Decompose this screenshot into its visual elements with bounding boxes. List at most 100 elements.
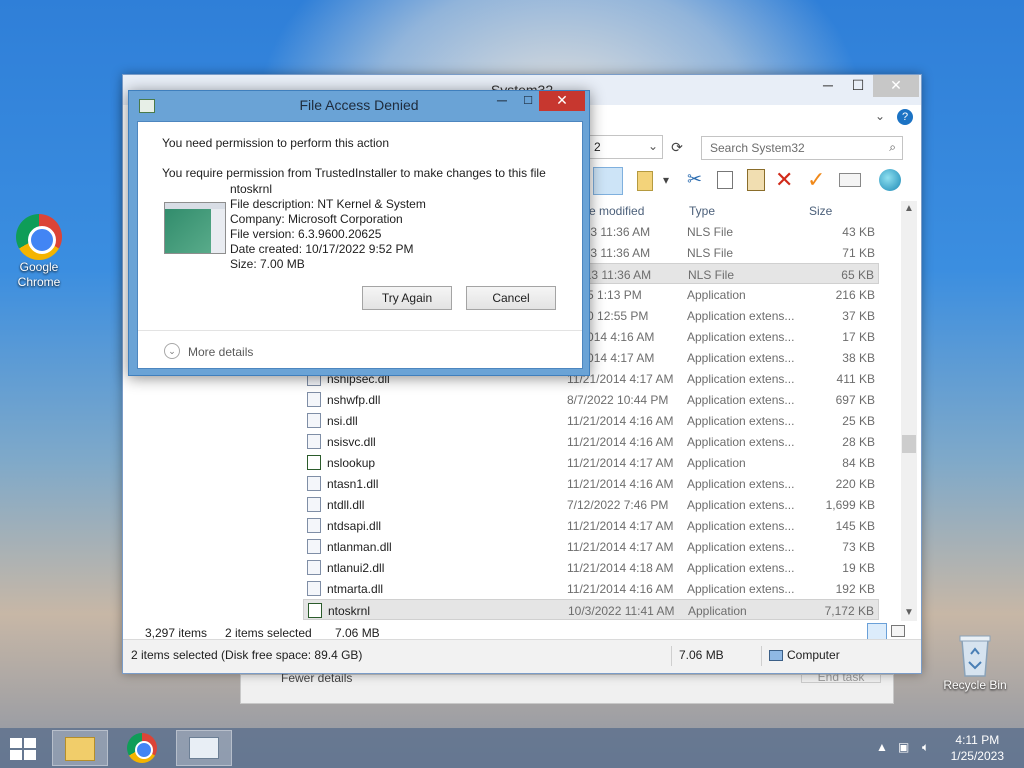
file-size: 7,172 KB <box>824 604 874 618</box>
divider <box>761 646 762 666</box>
file-date: 11/21/2014 4:17 AM <box>567 456 674 470</box>
clock-date: 1/25/2023 <box>950 749 1004 763</box>
file-date: 8/7/2022 10:44 PM <box>567 393 669 407</box>
rename-icon[interactable]: ✓ <box>807 167 825 193</box>
address-text: 2 <box>594 140 601 154</box>
table-row[interactable]: ntasn1.dll 11/21/2014 4:16 AM Application … <box>303 473 879 494</box>
table-row[interactable]: ntlanui2.dll 11/21/2014 4:18 AM Applicatio… <box>303 557 879 578</box>
file-name: nshwfp.dll <box>327 393 381 407</box>
table-row[interactable]: nsisvc.dll 11/21/2014 4:16 AM Application … <box>303 431 879 452</box>
file-size: 43 KB <box>842 225 875 239</box>
maximize-button[interactable]: ☐ <box>843 75 873 97</box>
folder-icon <box>65 737 95 761</box>
table-row[interactable]: ntdsapi.dll 11/21/2014 4:17 AM Application… <box>303 515 879 536</box>
column-type[interactable]: Type <box>689 204 715 218</box>
file-name: ntoskrnl <box>230 182 273 196</box>
help-icon[interactable]: ? <box>897 109 913 125</box>
collapse-ribbon-icon[interactable]: ⌄ <box>875 109 885 123</box>
file-description: File description: NT Kernel & System <box>230 197 426 211</box>
chevron-down-icon[interactable]: ⌄ <box>648 139 658 153</box>
file-name: nslookup <box>327 456 376 470</box>
scroll-up-arrow[interactable]: ▲ <box>901 201 917 217</box>
file-date: 11/21/2014 4:18 AM <box>567 561 674 575</box>
properties-icon[interactable] <box>637 171 653 191</box>
large-icons-view-icon[interactable] <box>891 625 905 637</box>
file-size: 220 KB <box>835 477 875 491</box>
cut-icon[interactable]: ✂ <box>687 169 702 190</box>
file-size: 19 KB <box>842 561 875 575</box>
close-button[interactable]: ✕ <box>873 75 919 97</box>
file-type: Application <box>688 604 747 618</box>
desktop-icon-recycle-bin[interactable]: Recycle Bin <box>940 632 1010 693</box>
taskbar-file-explorer[interactable] <box>52 730 108 766</box>
chevron-down-icon[interactable]: ▾ <box>663 173 669 187</box>
table-row[interactable]: nslookup 11/21/2014 4:17 AM Application 84 … <box>303 452 879 473</box>
volume-icon[interactable]: 🔈︎ <box>922 740 929 755</box>
file-date: 11/21/2014 4:17 AM <box>567 519 674 533</box>
toolbar: ▾ ✂ ✕ ✓ <box>593 167 913 197</box>
more-details-toggle[interactable]: ⌄ More details <box>138 330 582 370</box>
desktop-icon-label: Chrome <box>17 275 61 289</box>
taskbar: ▲ ▣ 🔈︎ 4:11 PM 1/25/2023 <box>0 728 1024 768</box>
file-size: 73 KB <box>842 540 875 554</box>
table-row[interactable]: ntlanman.dll 11/21/2014 4:17 AM Applicatio… <box>303 536 879 557</box>
select-icon[interactable] <box>839 173 861 187</box>
table-row[interactable]: nshwfp.dll 8/7/2022 10:44 PM Application e… <box>303 389 879 410</box>
address-bar[interactable]: 2 ⌄ <box>587 135 663 159</box>
details-bar: 2 items selected (Disk free space: 89.4 … <box>123 639 921 673</box>
taskbar-google-chrome[interactable] <box>114 730 170 766</box>
cancel-button[interactable]: Cancel <box>466 286 556 310</box>
dialog-close-button[interactable]: ✕ <box>539 91 585 111</box>
file-size: 38 KB <box>842 351 875 365</box>
preview-pane-icon[interactable] <box>593 167 623 195</box>
table-row[interactable]: ntdll.dll 7/12/2022 7:46 PM Application ex… <box>303 494 879 515</box>
dialog-minimize-button[interactable]: ─ <box>489 93 515 111</box>
desktop-icon-google-chrome[interactable]: Google Chrome <box>4 214 74 290</box>
delete-icon[interactable]: ✕ <box>775 167 793 193</box>
network-icon[interactable]: ▣ <box>898 740 909 754</box>
scroll-thumb[interactable] <box>902 435 916 453</box>
file-type: Application extens... <box>687 372 795 386</box>
windows-start-icon[interactable] <box>10 738 38 760</box>
column-size[interactable]: Size <box>809 204 832 218</box>
table-row[interactable]: ntmarta.dll 11/21/2014 4:16 AM Application… <box>303 578 879 599</box>
file-name: ntdll.dll <box>327 498 365 512</box>
dialog-maximize-button[interactable]: ☐ <box>515 93 541 111</box>
file-size: 84 KB <box>842 456 875 470</box>
search-input[interactable]: Search System32 ⌕ <box>701 136 903 160</box>
file-size: 216 KB <box>835 288 875 302</box>
table-row[interactable]: nsi.dll 11/21/2014 4:16 AM Application ext… <box>303 410 879 431</box>
copy-icon[interactable] <box>717 171 733 189</box>
dll-file-icon <box>307 560 321 575</box>
scroll-down-arrow[interactable]: ▼ <box>901 605 917 621</box>
permission-message: You need permission to perform this acti… <box>162 136 390 150</box>
refresh-icon[interactable]: ⟳ <box>665 136 689 160</box>
table-row[interactable]: ntoskrnl 10/3/2022 11:41 AM Application 7,1… <box>303 599 879 620</box>
file-size: 411 KB <box>836 372 875 386</box>
file-name: nsisvc.dll <box>327 435 376 449</box>
show-hidden-icons-icon[interactable]: ▲ <box>876 740 888 754</box>
paste-icon[interactable] <box>747 169 765 191</box>
search-icon: ⌕ <box>889 140 896 154</box>
try-again-button[interactable]: Try Again <box>362 286 452 310</box>
file-date: 11/21/2014 4:16 AM <box>567 435 674 449</box>
file-name: nsi.dll <box>327 414 358 428</box>
file-type: Application extens... <box>687 540 795 554</box>
details-left: 2 items selected (Disk free space: 89.4 … <box>131 648 363 662</box>
file-type: Application extens... <box>687 582 795 596</box>
file-date: 11/21/2014 4:17 AM <box>567 540 674 554</box>
minimize-button[interactable]: ─ <box>813 75 843 97</box>
file-size: Size: 7.00 MB <box>230 257 305 271</box>
file-type: Application extens... <box>687 351 795 365</box>
vertical-scrollbar[interactable]: ▲ ▼ <box>901 201 917 621</box>
file-type: Application extens... <box>687 477 795 491</box>
dialog-body: You need permission to perform this acti… <box>137 121 583 369</box>
clock[interactable]: 4:11 PM 1/25/2023 <box>951 732 1004 764</box>
file-type: Application <box>687 456 746 470</box>
taskbar-task-manager[interactable] <box>176 730 232 766</box>
file-type: Application extens... <box>687 498 795 512</box>
column-date-modified[interactable]: e modified <box>589 204 644 218</box>
items-count: 3,297 items <box>145 626 208 640</box>
globe-icon[interactable] <box>879 169 901 191</box>
selected-size: 7.06 MB <box>335 626 380 640</box>
